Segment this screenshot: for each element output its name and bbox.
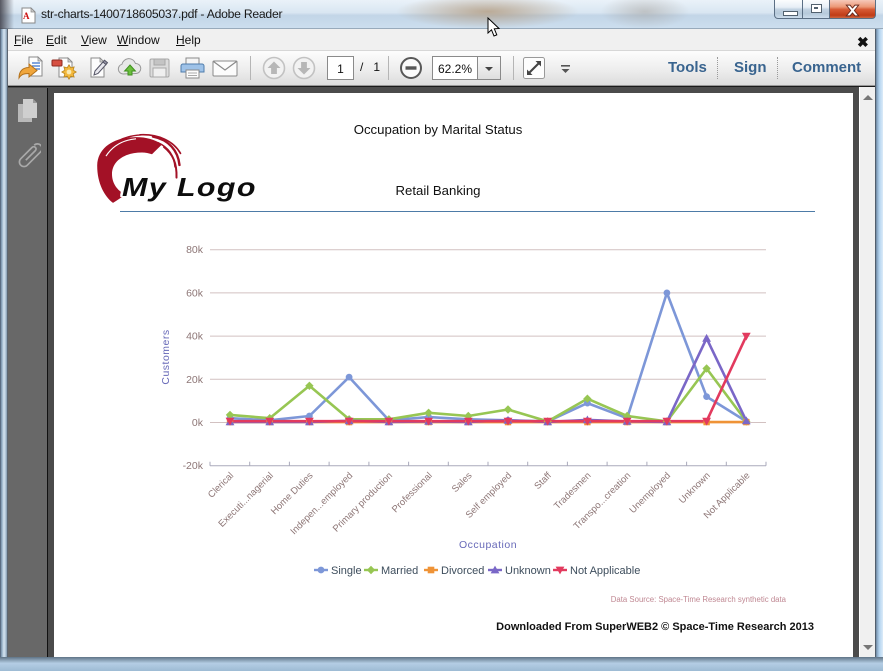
svg-text:Professional: Professional — [390, 470, 435, 515]
svg-text:Customers: Customers — [160, 329, 172, 384]
svg-text:Clerical: Clerical — [206, 470, 236, 500]
svg-text:Unknown: Unknown — [505, 565, 551, 577]
svg-text:60k: 60k — [186, 287, 204, 299]
svg-text:Sales: Sales — [450, 470, 475, 495]
svg-text:Occupation: Occupation — [459, 539, 517, 551]
svg-text:Unknown: Unknown — [677, 470, 713, 506]
svg-text:Not Applicable: Not Applicable — [570, 565, 640, 577]
svg-text:20k: 20k — [186, 374, 204, 386]
svg-text:Unemployed: Unemployed — [628, 470, 673, 515]
svg-text:-20k: -20k — [183, 460, 204, 472]
svg-text:80k: 80k — [186, 244, 204, 256]
svg-text:Single: Single — [331, 565, 362, 577]
svg-text:Married: Married — [381, 565, 418, 577]
svg-text:0k: 0k — [192, 417, 204, 429]
svg-text:Staff: Staff — [532, 470, 554, 492]
svg-text:Divorced: Divorced — [441, 565, 484, 577]
svg-text:Tradesmen: Tradesmen — [552, 470, 594, 512]
svg-text:A: A — [23, 11, 30, 21]
svg-text:40k: 40k — [186, 331, 204, 343]
